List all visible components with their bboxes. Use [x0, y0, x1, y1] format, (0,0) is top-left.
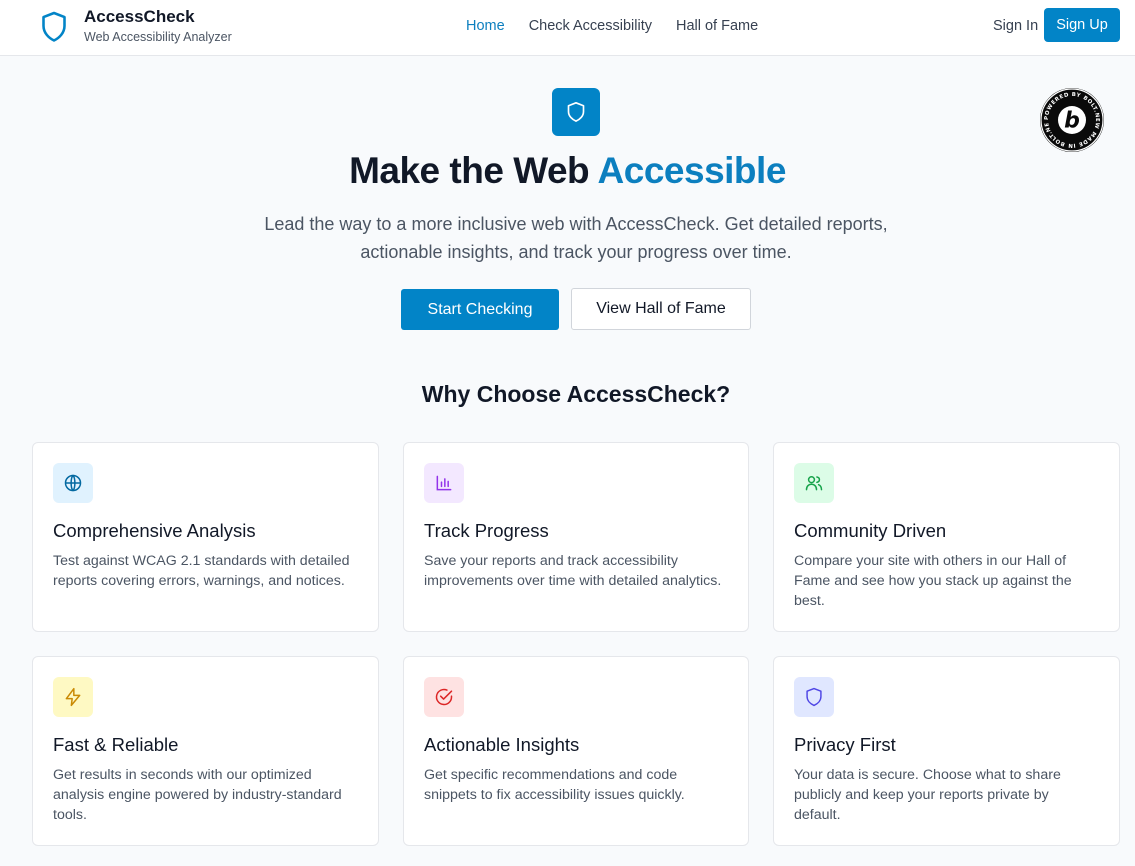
feature-description: Test against WCAG 2.1 standards with det…	[53, 553, 350, 589]
bolt-logo: POWERED BY BOLT.NEW MADE IN BOLT.NEW b	[1037, 84, 1104, 152]
brand-name: AccessCheck	[84, 7, 195, 26]
feature-title: Privacy First	[794, 734, 896, 755]
nav-hall-of-fame[interactable]: Hall of Fame	[676, 17, 758, 35]
lightning-icon	[53, 677, 93, 717]
sign-in-link[interactable]: Sign In	[993, 17, 1038, 35]
feature-title: Comprehensive Analysis	[53, 520, 256, 541]
hero-shield-badge	[552, 88, 600, 136]
feature-description: Your data is secure. Choose what to shar…	[794, 767, 1061, 823]
brand-subtitle: Web Accessibility Analyzer	[84, 30, 232, 44]
view-hall-of-fame-button[interactable]: View Hall of Fame	[571, 288, 751, 330]
svg-text:b: b	[1064, 109, 1080, 134]
start-checking-button[interactable]: Start Checking	[401, 289, 559, 330]
users-icon	[794, 463, 834, 503]
shield-icon	[794, 677, 834, 717]
hero-description: Lead the way to a more inclusive web wit…	[264, 214, 888, 262]
feature-card-community-driven: Community Driven Compare your site with …	[773, 442, 1120, 632]
feature-card-privacy-first: Privacy First Your data is secure. Choos…	[773, 656, 1120, 846]
nav-check-accessibility[interactable]: Check Accessibility	[529, 17, 652, 35]
powered-by-bolt-badge[interactable]: POWERED BY BOLT.NEW MADE IN BOLT.NEW b	[1037, 84, 1104, 152]
check-circle-icon	[424, 677, 464, 717]
feature-title: Fast & Reliable	[53, 734, 179, 755]
feature-description: Get specific recommendations and code sn…	[424, 767, 685, 803]
feature-card-comprehensive-analysis: Comprehensive Analysis Test against WCAG…	[32, 442, 379, 632]
hero-title: Make the Web Accessible	[0, 150, 1135, 192]
features-title: Why Choose AccessCheck?	[421, 381, 731, 407]
feature-title: Actionable Insights	[424, 734, 580, 755]
top-header: AccessCheck Web Accessibility Analyzer H…	[0, 0, 1135, 56]
feature-description: Compare your site with others in our Hal…	[794, 553, 1072, 609]
sign-up-button[interactable]: Sign Up	[1044, 8, 1120, 42]
globe-icon	[53, 463, 93, 503]
shield-icon	[42, 11, 66, 42]
feature-title: Track Progress	[424, 520, 549, 541]
bar-chart-icon	[424, 463, 464, 503]
shield-icon	[567, 102, 585, 122]
feature-description: Get results in seconds with our optimize…	[53, 767, 342, 823]
feature-card-actionable-insights: Actionable Insights Get specific recomme…	[403, 656, 749, 846]
feature-description: Save your reports and track accessibilit…	[424, 553, 722, 589]
hero-title-accent: Accessible	[597, 150, 787, 191]
brand[interactable]: AccessCheck Web Accessibility Analyzer	[40, 8, 232, 46]
feature-title: Community Driven	[794, 520, 947, 541]
nav-home[interactable]: Home	[466, 17, 505, 35]
feature-card-fast-reliable: Fast & Reliable Get results in seconds w…	[32, 656, 379, 846]
feature-card-track-progress: Track Progress Save your reports and tra…	[403, 442, 749, 632]
main-nav: Home Check Accessibility Hall of Fame	[466, 17, 758, 35]
hero-title-main: Make the Web	[349, 150, 590, 191]
